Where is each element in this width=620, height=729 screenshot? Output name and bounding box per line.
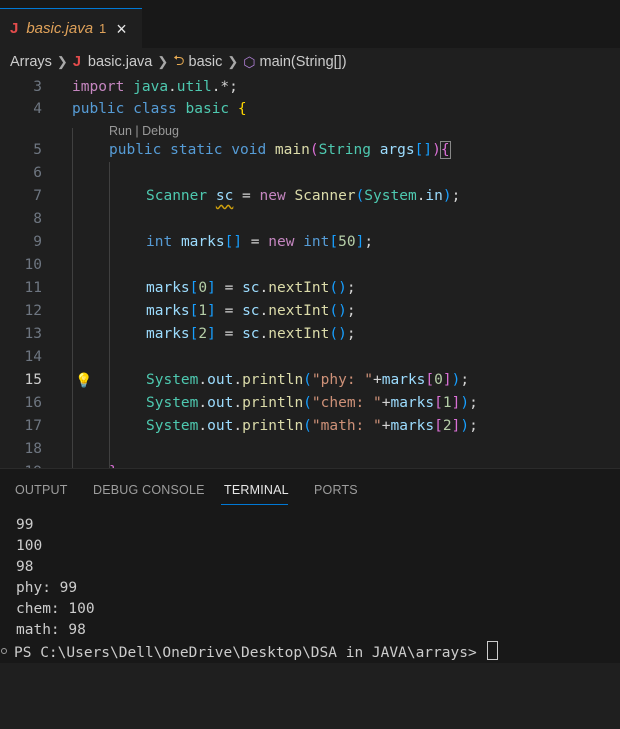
code-text: public static void main(String args[]){	[109, 141, 451, 159]
code-line: 11 marks[0] = sc.nextInt();	[0, 277, 620, 300]
problem-count-badge: 1	[99, 21, 107, 36]
line-number: 9	[33, 234, 42, 250]
code-text: marks[2] = sc.nextInt();	[146, 326, 356, 342]
line-number: 16	[24, 395, 42, 411]
chevron-right-icon: ❯	[157, 54, 169, 69]
terminal-prompt-line[interactable]: PS C:\Users\Dell\OneDrive\Desktop\DSA in…	[0, 641, 620, 663]
breadcrumb: Arrays ❯ J basic.java ❯ ⮌ basic ❯ ⬡ main…	[0, 48, 620, 76]
line-number: 10	[24, 257, 42, 273]
tab-filename: basic.java	[26, 20, 94, 37]
command-decoration-icon	[1, 648, 7, 654]
class-icon: ⮌	[173, 52, 185, 68]
terminal-output[interactable]: 99 100 98 phy: 99 chem: 100 math: 98	[16, 515, 95, 641]
terminal-line: math: 98	[16, 622, 86, 638]
code-text: import java.util.*;	[72, 79, 238, 95]
codelens-run-debug[interactable]: Run | Debug	[109, 122, 179, 140]
terminal-line: 99	[16, 517, 34, 533]
terminal-line: phy: 99	[16, 580, 78, 596]
tab-ports[interactable]: PORTS	[314, 483, 358, 497]
line-number: 4	[33, 101, 42, 117]
line-number: 17	[24, 418, 42, 434]
line-number: 19	[0, 461, 42, 468]
line-number: 12	[24, 303, 42, 319]
code-line: 16 System.out.println("chem: "+marks[1])…	[0, 392, 620, 415]
code-text: marks[0] = sc.nextInt();	[146, 280, 356, 296]
line-number: 3	[33, 79, 42, 95]
code-text: int marks[] = new int[50];	[146, 234, 374, 250]
line-number: 18	[24, 441, 42, 457]
code-editor[interactable]: 3 import java.util.*; 4 public class bas…	[0, 76, 620, 468]
code-line: 9 int marks[] = new int[50];	[0, 231, 620, 254]
chevron-right-icon: ❯	[56, 54, 68, 69]
code-text: System.out.println("math: "+marks[2]);	[146, 418, 478, 434]
method-cube-icon: ⬡	[243, 53, 256, 70]
code-text: }	[109, 461, 118, 468]
close-icon[interactable]: ×	[116, 20, 127, 38]
editor-tab-basic-java[interactable]: J basic.java 1 ×	[0, 8, 142, 48]
code-line: 5 public static void main(String args[])…	[0, 139, 620, 162]
tab-output[interactable]: OUTPUT	[15, 483, 68, 497]
code-line: 13 marks[2] = sc.nextInt();	[0, 323, 620, 346]
active-tab-indicator	[221, 504, 288, 505]
breadcrumb-class[interactable]: basic	[189, 54, 223, 70]
breadcrumb-folder[interactable]: Arrays	[10, 54, 52, 70]
panel-tabs: OUTPUT DEBUG CONSOLE TERMINAL PORTS	[0, 469, 620, 511]
code-line: 12 marks[1] = sc.nextInt();	[0, 300, 620, 323]
lightbulb-icon[interactable]: 💡	[75, 369, 92, 392]
code-text: Scanner sc = new Scanner(System.in);	[146, 188, 461, 204]
code-line: 7 Scanner sc = new Scanner(System.in);	[0, 185, 620, 208]
tab-terminal[interactable]: TERMINAL	[224, 483, 289, 497]
code-text: public class basic {	[72, 101, 247, 117]
code-line: 4 public class basic {	[0, 98, 620, 121]
tab-bar: J basic.java 1 ×	[0, 0, 620, 48]
line-number: 11	[24, 280, 42, 296]
code-line-active: 15 💡 System.out.println("phy: "+marks[0]…	[0, 369, 620, 392]
code-line: 8	[0, 208, 620, 231]
code-line: 10	[0, 254, 620, 277]
terminal-line: chem: 100	[16, 601, 95, 617]
tab-debug-console[interactable]: DEBUG CONSOLE	[93, 483, 205, 497]
code-line: 6	[0, 162, 620, 185]
code-line: 18	[0, 438, 620, 461]
code-text: System.out.println("phy: "+marks[0]);	[146, 372, 470, 388]
breadcrumb-file[interactable]: basic.java	[88, 54, 152, 70]
terminal-line: 100	[16, 538, 43, 554]
line-number: 8	[33, 211, 42, 227]
line-number: 15	[24, 372, 42, 388]
code-line: 3 import java.util.*;	[0, 76, 620, 99]
java-file-icon: J	[10, 20, 19, 37]
line-number: 7	[33, 188, 42, 204]
line-number: 6	[33, 165, 42, 181]
bottom-panel: OUTPUT DEBUG CONSOLE TERMINAL PORTS 99 1…	[0, 468, 620, 663]
java-file-icon: J	[72, 54, 81, 70]
terminal-prompt: PS C:\Users\Dell\OneDrive\Desktop\DSA in…	[14, 645, 486, 661]
terminal-line: 98	[16, 559, 34, 575]
code-line: 17 System.out.println("math: "+marks[2])…	[0, 415, 620, 438]
code-text: marks[1] = sc.nextInt();	[146, 303, 356, 319]
breadcrumb-method[interactable]: main(String[])	[260, 54, 347, 70]
chevron-right-icon: ❯	[227, 54, 239, 69]
terminal-cursor	[487, 641, 499, 660]
code-line: 19 }	[0, 461, 620, 468]
code-text: System.out.println("chem: "+marks[1]);	[146, 395, 478, 411]
line-number: 13	[24, 326, 42, 342]
line-number: 5	[33, 142, 42, 158]
code-line: 14	[0, 346, 620, 369]
line-number: 14	[24, 349, 42, 365]
